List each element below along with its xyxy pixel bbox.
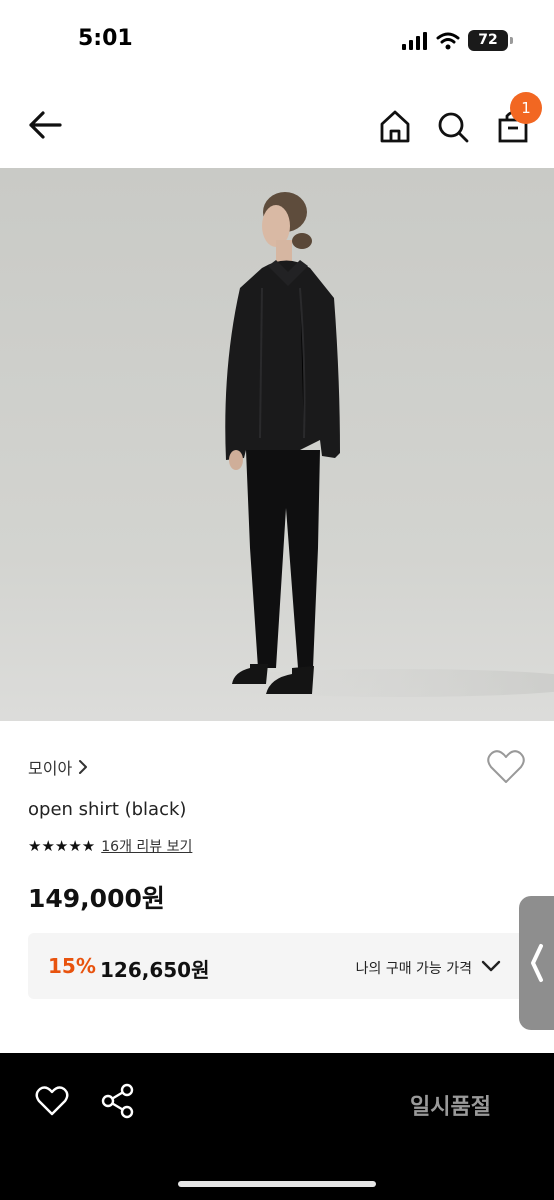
discount-price: 126,650원	[100, 958, 210, 982]
brand-name: 모이아	[28, 759, 73, 778]
status-bar: 5:01 72	[0, 0, 554, 84]
home-button[interactable]	[376, 106, 414, 146]
status-icons: 72	[402, 30, 513, 51]
product-image[interactable]	[0, 168, 554, 721]
back-arrow-icon	[29, 111, 62, 139]
signal-icon	[402, 31, 427, 50]
soldout-label: 일시품절	[410, 1095, 491, 1120]
brand-link[interactable]: 모이아	[28, 755, 88, 779]
share-button[interactable]	[100, 1083, 136, 1119]
heart-icon	[487, 750, 525, 783]
battery-icon: 72	[468, 30, 513, 51]
top-navigation	[0, 84, 554, 168]
chevron-right-icon	[79, 760, 88, 774]
rating-stars: ★★★★★	[28, 837, 96, 855]
battery-level: 72	[478, 32, 498, 48]
wishlist-button[interactable]	[486, 749, 526, 785]
review-link[interactable]: 16개 리뷰 보기	[101, 836, 192, 856]
share-icon	[101, 1083, 134, 1119]
chevron-down-icon	[481, 960, 501, 972]
bottom-wishlist-button[interactable]	[34, 1085, 70, 1117]
my-price-label: 나의 구매 가능 가격	[355, 961, 472, 977]
discount-rate: 15%	[48, 954, 96, 978]
home-indicator	[178, 1181, 376, 1187]
rating-row: ★★★★★ 16개 리뷰 보기	[28, 836, 192, 856]
home-icon	[380, 110, 410, 143]
heart-icon	[35, 1086, 69, 1116]
search-icon	[438, 112, 469, 143]
status-time: 5:01	[78, 26, 133, 51]
wifi-icon	[436, 32, 460, 49]
product-photo	[0, 168, 554, 721]
bottom-action-bar: 일시품절	[0, 1053, 554, 1200]
product-info: 모이아 open shirt (black) ★★★★★ 16개 리뷰 보기 1…	[0, 721, 554, 1053]
search-button[interactable]	[434, 106, 472, 146]
product-name: open shirt (black)	[28, 799, 187, 820]
product-price: 149,000원	[28, 884, 165, 913]
side-drawer-tab[interactable]	[519, 896, 554, 1030]
discount-price-box[interactable]: 15% 126,650원 나의 구매 가능 가격	[28, 933, 528, 999]
cart-count-badge: 1	[510, 92, 542, 124]
chevron-left-icon	[531, 944, 543, 982]
back-button[interactable]	[26, 108, 64, 142]
